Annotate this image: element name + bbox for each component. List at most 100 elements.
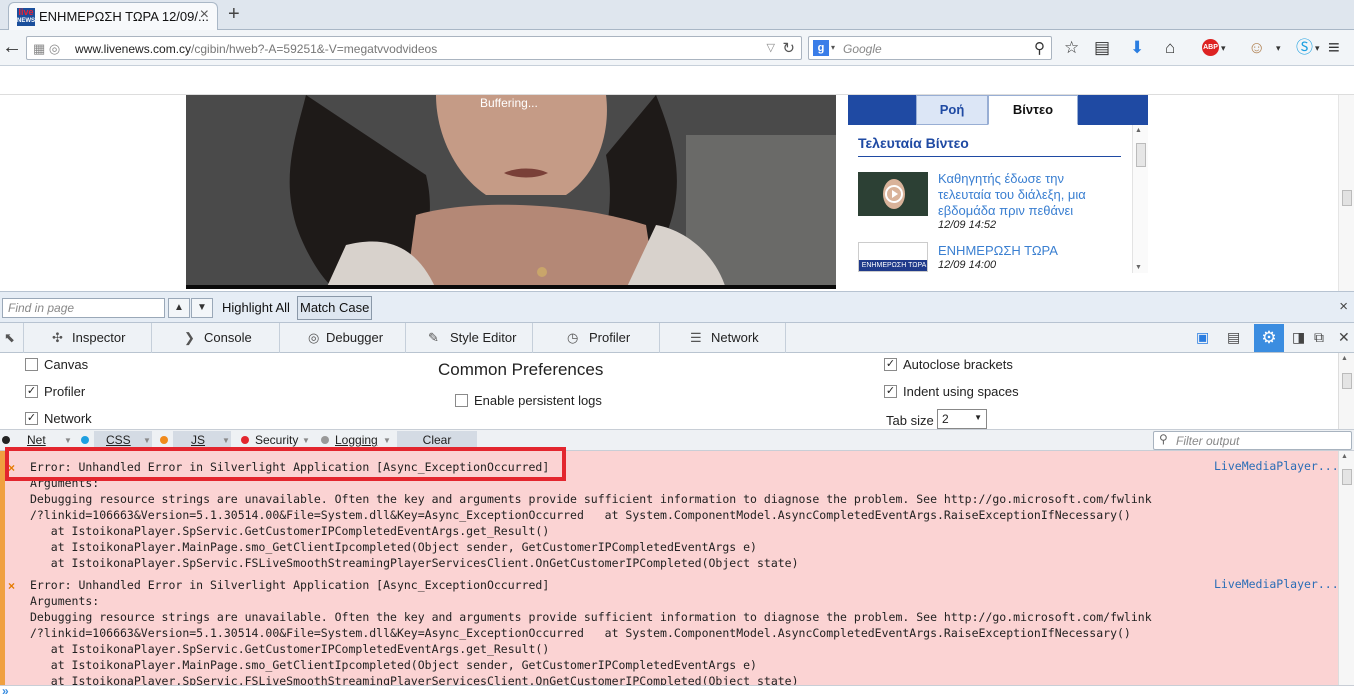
net-dot-icon [2,436,10,444]
video-link-1[interactable]: Καθηγητής έδωσε την τελευταία του διάλεξ… [938,171,1118,219]
canvas-checkbox[interactable] [25,358,38,371]
video-link-2[interactable]: ΕΝΗΜΕΡΩΣΗ ΤΩΡΑ [938,243,1118,259]
annotation-highlight-box [5,447,566,481]
skype-icon[interactable]: Ⓢ [1296,39,1313,57]
back-button[interactable]: ← [2,36,24,60]
extension-face-icon[interactable]: ☺ [1248,39,1265,57]
canvas-option-label: Canvas [44,357,89,372]
pick-element-button[interactable]: ⬉ [0,323,24,353]
network-option-label: Network [44,411,92,426]
extension-dropdown-icon[interactable]: ▾ [1276,39,1281,57]
network-checkbox[interactable]: ✓ [25,412,38,425]
options-scrollbar[interactable]: ▲ [1338,353,1354,429]
tab-size-select[interactable]: 2 ▼ [937,409,987,429]
video-thumbnail[interactable]: ΕΝΗΜΕΡΩΣΗ ΤΩΡΑ [858,242,928,272]
highlight-all-button[interactable]: Highlight All [222,300,290,315]
page-header-band [0,67,1354,95]
tab-console[interactable]: ❯ Console [152,323,280,353]
console-error-message[interactable]: × Error: Unhandled Error in Silverlight A… [0,573,1339,685]
style-editor-icon: ✎ [428,330,439,345]
video-date-2: 12/09 14:00 [938,259,997,271]
common-preferences-heading: Common Preferences [438,360,604,379]
indent-spaces-label: Indent using spaces [903,384,1019,399]
video-player[interactable]: Buffering... [186,95,836,289]
find-next-button[interactable]: ▼ [191,298,213,318]
tab-network[interactable]: ☰ Network [660,323,786,353]
filter-output-input[interactable]: ⚲ Filter output [1153,431,1352,450]
adblock-icon[interactable]: ABP [1202,39,1219,56]
new-tab-button[interactable]: + [228,3,240,26]
console-scrollbar[interactable]: ▲ [1338,451,1354,685]
console-command-line[interactable]: » [0,684,1354,699]
console-icon: ❯ [184,330,195,345]
console-message-line: at IstoikonaPlayer.SpServic.FSLiveSmooth… [30,556,799,570]
tab-size-label: Tab size [886,413,934,428]
console-message-line: at IstoikonaPlayer.MainPage.smo_GetClien… [30,658,757,672]
sidebar-tabs: Ροή Βίντεο [848,95,1148,125]
reading-list-icon[interactable]: ▤ [1094,39,1110,57]
console-message-line: at IstoikonaPlayer.SpServic.GetCustomerI… [30,642,550,656]
message-source-link[interactable]: LiveMediaPlayer... [1214,459,1339,473]
find-input[interactable]: Find in page [2,298,165,318]
logging-dot-icon [321,436,329,444]
search-engine-dropdown-icon[interactable]: ▾ [831,43,835,52]
pick-element-icon: ⬉ [4,330,15,345]
url-text: www.livenews.com.cy/cgibin/hweb?-A=59251… [75,42,438,56]
tab-roi[interactable]: Ροή [916,95,988,125]
scratchpad-icon[interactable]: ▤ [1227,329,1240,346]
home-icon[interactable]: ⌂ [1165,39,1175,57]
settings-gear-icon[interactable]: ⚙ [1254,324,1284,352]
google-icon[interactable]: g [813,40,829,56]
autoclose-brackets-checkbox[interactable]: ✓ [884,358,897,371]
reload-icon[interactable]: ↻ [782,39,795,57]
close-tab-icon[interactable]: × [200,6,209,24]
dock-side-icon[interactable]: ◨ [1292,329,1305,346]
message-source-link[interactable]: LiveMediaPlayer... [1214,577,1339,591]
sidebar-scrollbar[interactable]: ▲ ▼ [1132,125,1148,273]
video-control-bar[interactable] [186,285,836,289]
latest-videos-title: Τελευταία Βίντεο [858,135,969,151]
console-message-line: at IstoikonaPlayer.SpServic.GetCustomerI… [30,524,550,538]
video-thumbnail[interactable] [858,172,928,216]
console-message-line: Error: Unhandled Error in Silverlight Ap… [30,578,550,592]
indent-spaces-checkbox[interactable]: ✓ [884,385,897,398]
command-prompt-icon: » [2,684,9,698]
error-icon: × [8,579,16,593]
url-history-dropdown-icon[interactable]: ▽ [767,41,775,54]
tab-video[interactable]: Βίντεο [988,95,1078,125]
tab-strip: live NEWS ΕΝΗΜΕΡΩΣΗ ΤΩΡΑ 12/09/... × + [0,0,1354,30]
match-case-button[interactable]: Match Case [297,296,373,320]
profiler-checkbox[interactable]: ✓ [25,385,38,398]
browser-tab[interactable]: live NEWS ΕΝΗΜΕΡΩΣΗ ΤΩΡΑ 12/09/... × [8,2,218,30]
video-sidebar: Ροή Βίντεο Τελευταία Βίντεο Καθηγητής έδ… [848,95,1148,273]
separate-window-icon[interactable]: ⧉ [1314,329,1324,346]
chevron-down-icon: ▼ [974,413,982,422]
profiler-option-label: Profiler [44,384,86,399]
console-message-line: Debugging resource strings are unavailab… [30,610,1152,624]
responsive-mode-icon[interactable]: ▣ [1196,329,1209,346]
bookmark-star-icon[interactable]: ☆ [1064,39,1079,57]
search-bar[interactable]: g ▾ Google ⚲ [808,36,1052,60]
search-icon[interactable]: ⚲ [1034,39,1045,57]
site-identity-icon[interactable]: ▦ ◎ [33,41,60,57]
menu-icon[interactable]: ≡ [1328,38,1340,58]
profiler-icon: ◷ [567,330,579,345]
close-devtools-icon[interactable]: ✕ [1338,329,1350,346]
video-frame-image [186,95,836,289]
console-output: × Error: Unhandled Error in Silverlight A… [0,451,1354,685]
console-message-line: at IstoikonaPlayer.SpServic.FSLiveSmooth… [30,674,799,685]
tab-profiler[interactable]: ◷ Profiler [533,323,660,353]
find-previous-button[interactable]: ▲ [168,298,190,318]
video-date-1: 12/09 14:52 [938,219,997,231]
tab-debugger[interactable]: ◎ Debugger [280,323,406,353]
page-scrollbar[interactable] [1338,95,1354,291]
tab-inspector[interactable]: ✣ Inspector [24,323,152,353]
skype-dropdown-icon[interactable]: ▾ [1315,39,1320,57]
close-findbar-icon[interactable]: × [1339,298,1348,315]
downloads-icon[interactable]: ⬇ [1130,39,1144,57]
tab-style-editor[interactable]: ✎ Style Editor [406,323,533,353]
persistent-logs-checkbox[interactable] [455,394,468,407]
console-message-line: Arguments: [30,594,100,608]
url-bar[interactable]: ▦ ◎ www.livenews.com.cy/cgibin/hweb?-A=5… [26,36,802,60]
adblock-dropdown-icon[interactable]: ▾ [1221,39,1226,57]
